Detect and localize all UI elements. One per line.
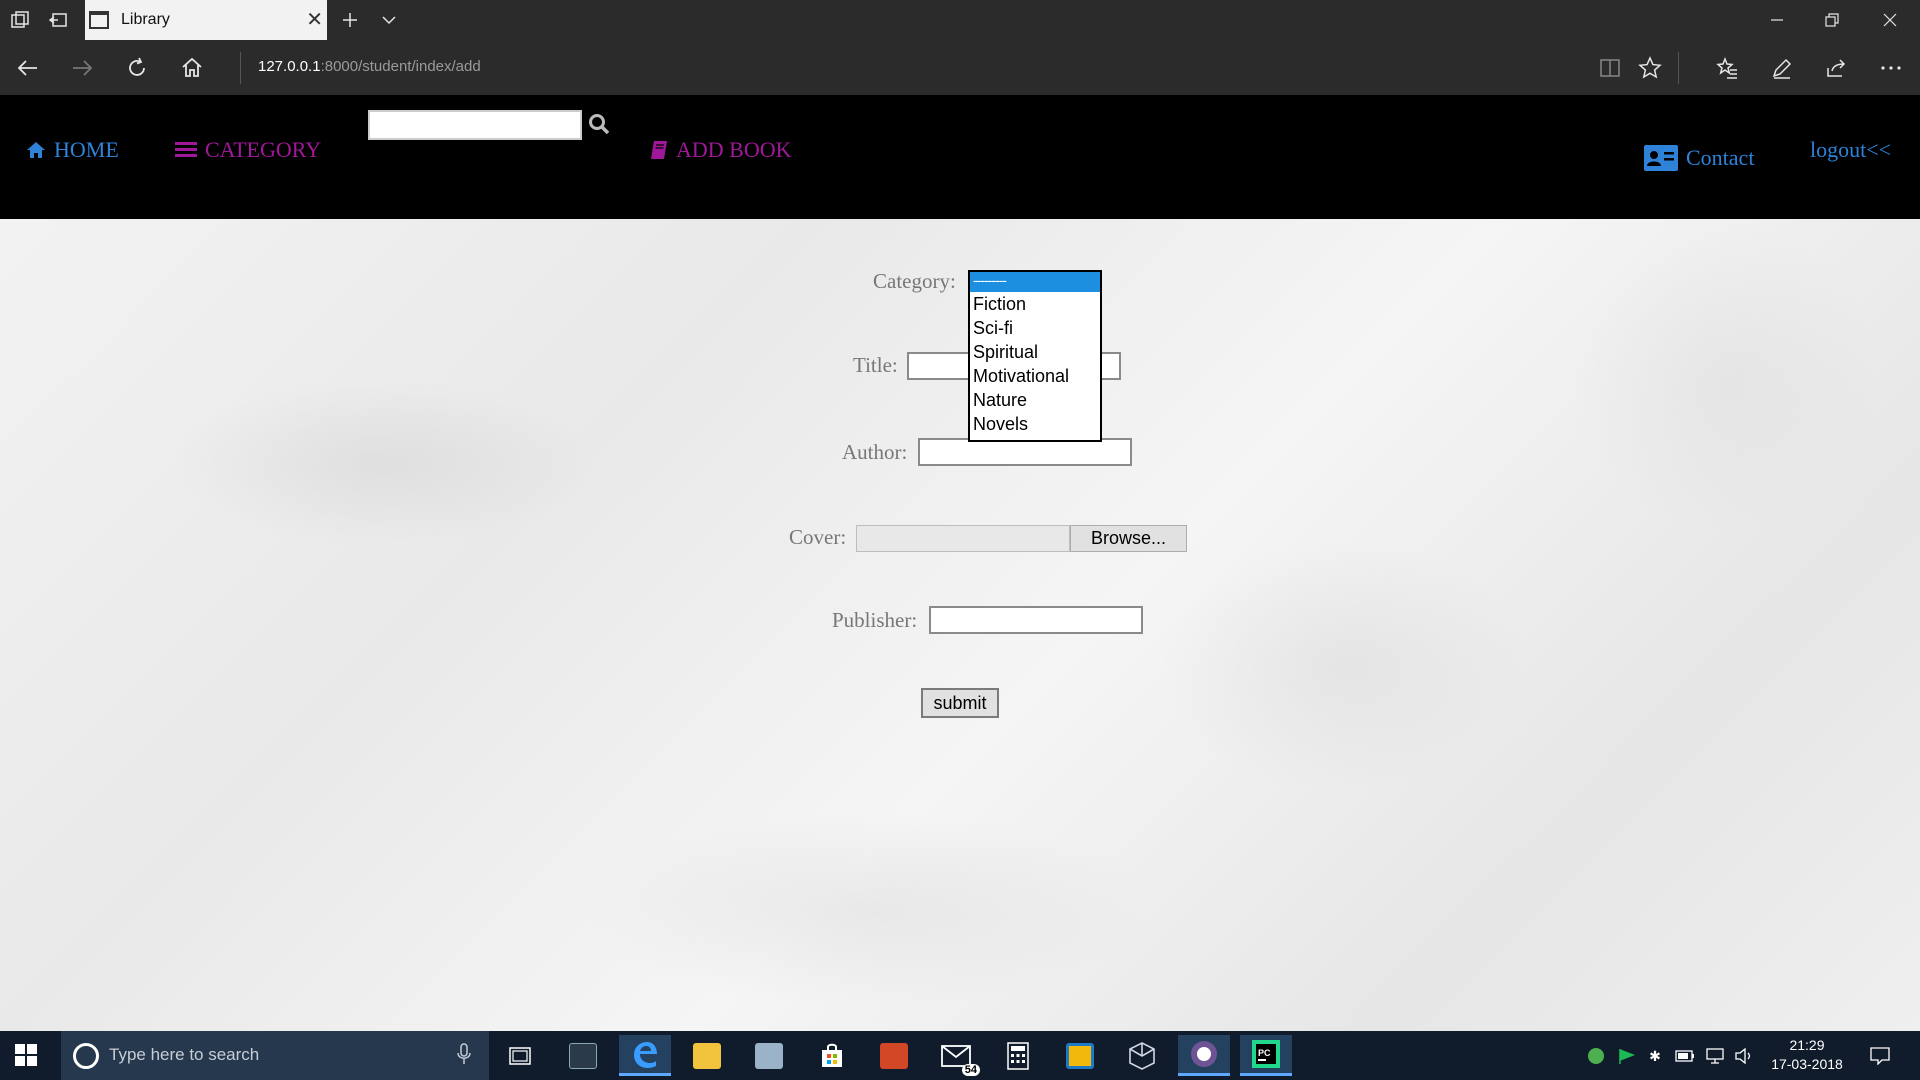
- submit-button[interactable]: submit: [921, 688, 999, 718]
- minimize-icon[interactable]: [1765, 8, 1789, 32]
- mail-icon[interactable]: 54: [930, 1035, 982, 1076]
- forward-icon[interactable]: [68, 54, 96, 82]
- reading-view-icon[interactable]: [1596, 54, 1624, 82]
- refresh-icon[interactable]: [123, 54, 151, 82]
- tab-manager-icon[interactable]: [8, 8, 32, 32]
- powerpoint-icon[interactable]: [868, 1035, 920, 1076]
- favorite-star-icon[interactable]: [1636, 54, 1664, 82]
- nav-home-link[interactable]: HOME: [26, 137, 119, 163]
- author-field[interactable]: [918, 438, 1132, 466]
- cortana-icon: [73, 1043, 99, 1069]
- cover-file-field[interactable]: [856, 525, 1070, 552]
- nav-add-book-link[interactable]: ADD BOOK: [650, 137, 792, 163]
- taskbar-search-placeholder: Type here to search: [109, 1045, 260, 1064]
- tab-preview-chevron-icon[interactable]: [377, 8, 401, 32]
- category-option[interactable]: Nature: [970, 388, 1100, 412]
- category-label: Category:: [873, 269, 956, 293]
- nav-home-label: HOME: [54, 137, 119, 162]
- volume-icon[interactable]: [1734, 1046, 1754, 1066]
- tab-title: Library: [121, 11, 170, 28]
- share-icon[interactable]: [1822, 54, 1850, 82]
- pycharm-icon[interactable]: PC: [1240, 1035, 1292, 1076]
- network-icon[interactable]: [1705, 1046, 1725, 1066]
- category-option[interactable]: Fiction: [970, 292, 1100, 316]
- category-option[interactable]: Novels: [970, 412, 1100, 436]
- category-option-selected[interactable]: ---------: [970, 272, 1100, 292]
- favorites-hub-icon[interactable]: [1713, 54, 1741, 82]
- github-desktop-icon[interactable]: [1178, 1035, 1230, 1076]
- title-label: Title:: [853, 353, 898, 377]
- nav-category-label: CATEGORY: [205, 137, 322, 162]
- more-options-icon[interactable]: [1877, 54, 1905, 82]
- restore-icon[interactable]: [1820, 8, 1844, 32]
- clock-date: 17-03-2018: [1771, 1056, 1843, 1072]
- windows-taskbar: Type here to search 54 PC ✱ 21:29 17-03-…: [0, 1031, 1920, 1080]
- calculator-icon[interactable]: [992, 1035, 1044, 1076]
- author-label: Author:: [842, 440, 908, 464]
- browse-button[interactable]: Browse...: [1070, 525, 1187, 552]
- url-host: 127.0.0.1: [258, 58, 321, 75]
- cover-label: Cover:: [789, 525, 847, 549]
- microphone-icon[interactable]: [457, 1043, 477, 1069]
- url-path: :8000/student/index/add: [320, 58, 481, 75]
- action-center-icon[interactable]: [1868, 1046, 1892, 1066]
- sticky-app-icon[interactable]: [1054, 1035, 1106, 1076]
- photos-app-icon[interactable]: [743, 1035, 795, 1076]
- web-note-pen-icon[interactable]: [1768, 54, 1796, 82]
- category-select-dropdown[interactable]: --------- Fiction Sci-fi Spiritual Motiv…: [968, 270, 1102, 442]
- new-tab-icon[interactable]: [338, 8, 362, 32]
- store-icon[interactable]: [806, 1035, 858, 1076]
- add-book-form-area: Category: Title: Author: Cover: Browse..…: [0, 219, 1920, 1031]
- book-icon: [651, 141, 667, 159]
- list-icon: [175, 142, 197, 157]
- publisher-field[interactable]: [929, 606, 1143, 634]
- nav-contact-label: Contact: [1686, 145, 1755, 170]
- contact-card-icon: [1644, 145, 1678, 171]
- virtualbox-icon[interactable]: [1116, 1035, 1168, 1076]
- nav-category-link[interactable]: CATEGORY: [175, 137, 321, 163]
- file-explorer-icon[interactable]: [681, 1035, 733, 1076]
- set-aside-tabs-icon[interactable]: [46, 8, 70, 32]
- mysql-workbench-icon[interactable]: [557, 1035, 609, 1076]
- mail-unread-badge: 54: [961, 1064, 980, 1076]
- page-icon: [89, 11, 109, 29]
- tab-library[interactable]: Library ✕: [85, 0, 327, 40]
- address-bar: 127.0.0.1:8000/student/index/add: [0, 40, 1920, 95]
- category-option[interactable]: Sci-fi: [970, 316, 1100, 340]
- site-navbar: HOME CATEGORY ADD BOOK Contact logout<<: [0, 95, 1920, 219]
- clock-time: 21:29: [1789, 1037, 1825, 1053]
- bluetooth-icon[interactable]: ✱: [1645, 1046, 1665, 1066]
- nav-logout-link[interactable]: logout<<: [1810, 137, 1891, 163]
- toolbar-separator: [1678, 52, 1679, 84]
- close-window-icon[interactable]: [1878, 8, 1902, 32]
- close-tab-icon[interactable]: ✕: [306, 8, 323, 32]
- nav-contact-link[interactable]: Contact: [1644, 145, 1754, 171]
- category-option[interactable]: Spiritual: [970, 340, 1100, 364]
- battery-icon[interactable]: [1675, 1046, 1695, 1066]
- taskbar-search-box[interactable]: Type here to search: [61, 1031, 489, 1080]
- address-separator: [240, 52, 241, 84]
- nav-add-book-label: ADD BOOK: [676, 137, 792, 162]
- category-option[interactable]: Motivational: [970, 364, 1100, 388]
- task-view-icon[interactable]: [494, 1035, 546, 1076]
- browser-tab-bar: Library ✕: [0, 0, 1920, 40]
- windows-start-icon[interactable]: [14, 1043, 40, 1069]
- home-icon: [27, 142, 45, 158]
- update-tray-icon[interactable]: [1586, 1046, 1606, 1066]
- edge-browser-icon[interactable]: [619, 1035, 671, 1076]
- clock[interactable]: 21:29 17-03-2018: [1764, 1036, 1850, 1074]
- home-icon[interactable]: [178, 54, 206, 82]
- flag-tray-icon[interactable]: [1616, 1046, 1636, 1066]
- back-icon[interactable]: [14, 54, 42, 82]
- svg-text:PC: PC: [1258, 1048, 1271, 1058]
- search-input[interactable]: [368, 110, 582, 140]
- publisher-label: Publisher:: [832, 608, 918, 632]
- search-icon[interactable]: [586, 111, 612, 137]
- url-field[interactable]: 127.0.0.1:8000/student/index/add: [258, 58, 481, 75]
